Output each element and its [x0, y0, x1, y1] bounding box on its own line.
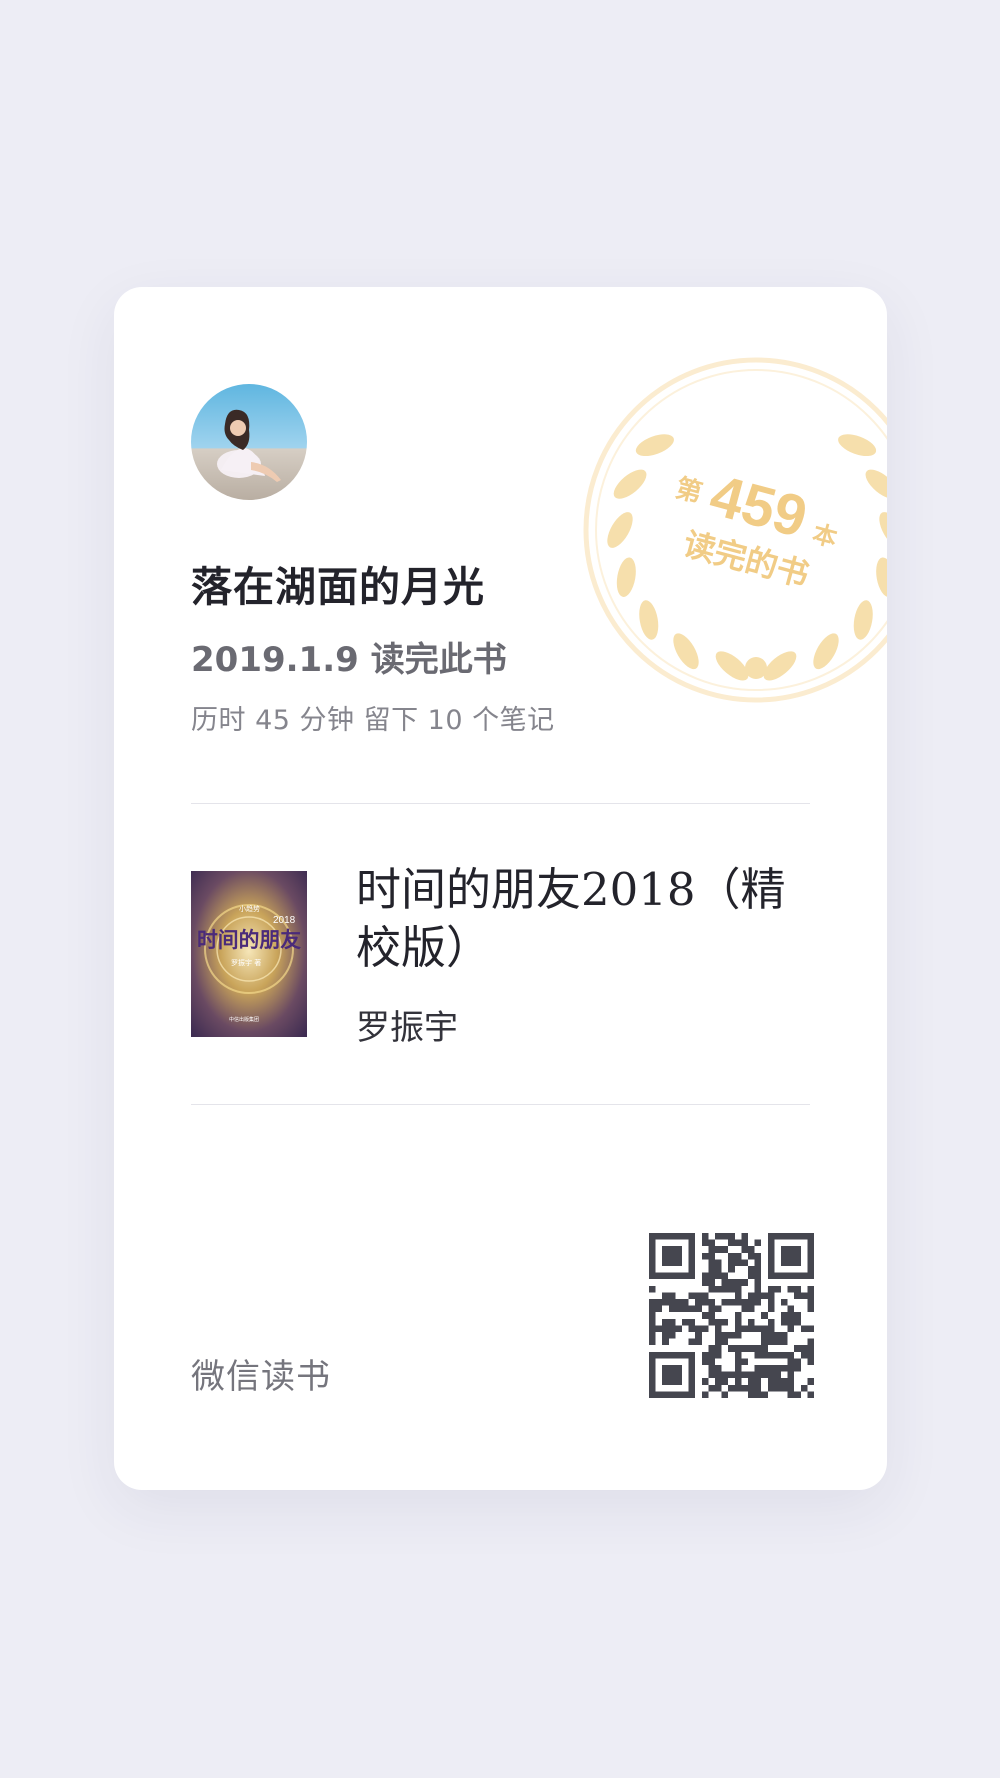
divider-bottom: [191, 1104, 810, 1105]
divider-top: [191, 803, 810, 804]
book-author: 罗振宇: [356, 1008, 458, 1048]
cover-title: 时间的朋友: [197, 928, 301, 952]
book-title[interactable]: 时间的朋友2018（精校版）: [356, 861, 826, 977]
cover-year: 2018: [273, 915, 296, 926]
brand-name: 微信读书: [191, 1357, 331, 1397]
user-name: 落在湖面的月光: [191, 563, 485, 611]
cover-author: 罗振宇 著: [231, 958, 261, 967]
user-avatar[interactable]: [191, 384, 307, 500]
reading-share-card: 第 459 本 读完的书 落在湖面的月光 2019.1.9 读完此书 历时 45…: [114, 287, 887, 1490]
cover-publisher: 中信出版集团: [229, 1016, 259, 1023]
finish-info: 2019.1.9 读完此书: [191, 632, 507, 681]
seal-prefix: 第: [673, 472, 706, 508]
qr-code-icon[interactable]: [649, 1233, 814, 1398]
book-cover[interactable]: 小趋势 2018 时间的朋友 罗振宇 著 中信出版集团: [191, 871, 307, 1037]
finish-status: 读完此书: [370, 640, 507, 680]
finish-date: 2019.1.9: [191, 640, 359, 680]
reading-badge-seal: 第 459 本 读完的书: [583, 357, 887, 703]
cover-top-text: 小趋势: [239, 904, 260, 913]
seal-suffix: 本: [810, 520, 840, 552]
reading-stats: 历时 45 分钟 留下 10 个笔记: [191, 705, 555, 736]
